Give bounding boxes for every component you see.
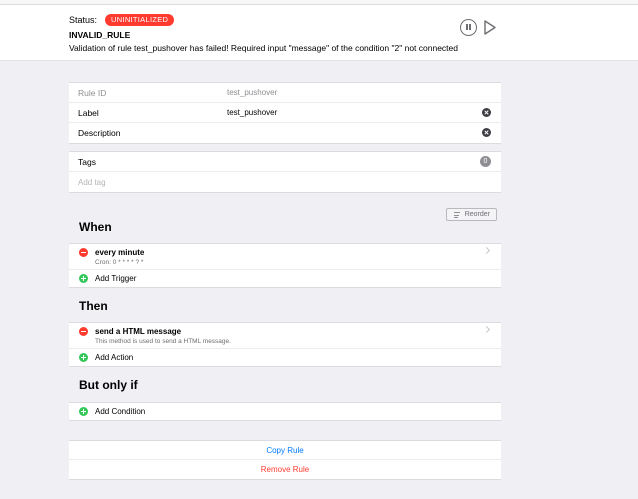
- rule-actions-list: Copy Rule Remove Rule: [69, 440, 501, 480]
- rule-id-row: Rule ID test_pushover: [69, 83, 501, 103]
- action-item-title: send a HTML message: [95, 327, 182, 336]
- add-trigger-icon[interactable]: [79, 274, 88, 283]
- add-condition-icon[interactable]: [79, 407, 88, 416]
- add-trigger-label: Add Trigger: [95, 274, 137, 283]
- description-field-label: Description: [78, 128, 121, 138]
- only-if-section-title: But only if: [79, 378, 138, 392]
- then-section-title: Then: [79, 299, 108, 313]
- rule-details-list: Rule ID test_pushover Label test_pushove…: [69, 82, 501, 144]
- label-field-value[interactable]: test_pushover: [227, 108, 277, 117]
- tags-list: Tags 0 Add tag: [69, 151, 501, 193]
- label-field-label: Label: [78, 108, 99, 118]
- tags-count-badge: 0: [480, 156, 491, 167]
- description-row[interactable]: Description: [69, 123, 501, 143]
- chevron-right-icon: [482, 246, 491, 255]
- status-message: Validation of rule test_pushover has fai…: [69, 43, 458, 53]
- trigger-item-title: every minute: [95, 248, 145, 257]
- remove-action-icon[interactable]: [79, 327, 88, 336]
- then-list: send a HTML message This method is used …: [69, 322, 501, 367]
- action-item[interactable]: send a HTML message This method is used …: [69, 323, 501, 349]
- reorder-button-label: Reorder: [464, 211, 490, 218]
- when-list: every minute Cron: 0 * * * * ? * Add Tri…: [69, 243, 501, 288]
- play-icon[interactable]: [483, 19, 497, 36]
- add-trigger-row[interactable]: Add Trigger: [69, 270, 501, 287]
- status-label: Status:: [69, 15, 98, 25]
- trigger-item[interactable]: every minute Cron: 0 * * * * ? *: [69, 244, 501, 270]
- status-card: Status: UNINITIALIZED INVALID_RULE Valid…: [0, 5, 638, 61]
- reorder-button[interactable]: Reorder: [446, 208, 497, 221]
- add-condition-row[interactable]: Add Condition: [69, 403, 501, 420]
- add-action-icon[interactable]: [79, 353, 88, 362]
- add-tag-input[interactable]: Add tag: [78, 178, 106, 187]
- copy-rule-button[interactable]: Copy Rule: [69, 441, 501, 460]
- rule-id-label: Rule ID: [78, 88, 107, 98]
- conditions-list: Add Condition: [69, 402, 501, 421]
- label-row[interactable]: Label test_pushover: [69, 103, 501, 123]
- remove-rule-button[interactable]: Remove Rule: [69, 460, 501, 479]
- tags-row: Tags 0: [69, 152, 501, 172]
- rule-id-value: test_pushover: [227, 88, 278, 97]
- remove-trigger-icon[interactable]: [79, 248, 88, 257]
- pause-icon[interactable]: [460, 19, 477, 36]
- tags-label: Tags: [78, 157, 96, 167]
- reorder-icon: [454, 212, 460, 220]
- action-item-subtitle: This method is used to send a HTML messa…: [95, 338, 231, 345]
- clear-label-icon[interactable]: [482, 108, 491, 117]
- add-condition-label: Add Condition: [95, 407, 146, 416]
- chevron-right-icon: [482, 325, 491, 334]
- clear-description-icon[interactable]: [482, 128, 491, 137]
- add-action-label: Add Action: [95, 353, 134, 362]
- status-code: INVALID_RULE: [69, 30, 131, 40]
- status-badge: UNINITIALIZED: [105, 14, 175, 26]
- when-section-title: When: [79, 220, 112, 234]
- trigger-item-subtitle: Cron: 0 * * * * ? *: [95, 259, 144, 266]
- add-action-row[interactable]: Add Action: [69, 349, 501, 366]
- add-tag-row[interactable]: Add tag: [69, 172, 501, 192]
